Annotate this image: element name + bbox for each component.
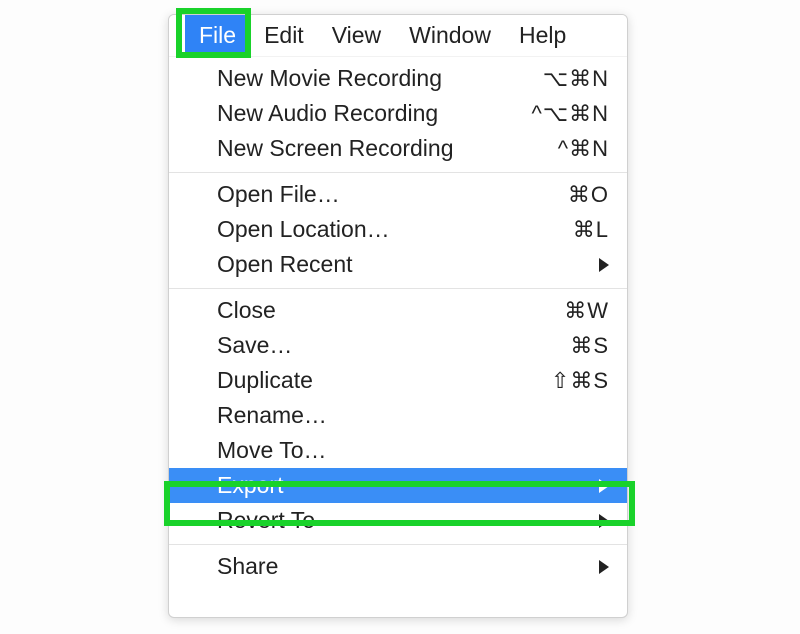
menu-item-duplicate[interactable]: Duplicate ⇧⌘S — [169, 363, 627, 398]
menu-view-label: View — [332, 22, 381, 49]
menu-item-label: Rename… — [217, 402, 609, 429]
submenu-arrow-icon — [599, 479, 609, 493]
submenu-arrow-icon — [599, 514, 609, 528]
menu-item-label: Open Recent — [217, 251, 591, 278]
menu-help[interactable]: Help — [505, 15, 580, 56]
menu-item-close[interactable]: Close ⌘W — [169, 293, 627, 328]
menu-item-rename[interactable]: Rename… — [169, 398, 627, 433]
menu-item-shortcut: ⌘S — [570, 333, 609, 359]
menu-edit[interactable]: Edit — [250, 15, 318, 56]
menu-item-shortcut: ⌥⌘N — [543, 66, 609, 92]
menu-item-new-audio-recording[interactable]: New Audio Recording ^⌥⌘N — [169, 96, 627, 131]
submenu-arrow-icon — [599, 258, 609, 272]
menu-section: Open File… ⌘O Open Location… ⌘L Open Rec… — [169, 173, 627, 288]
menu-item-shortcut: ⌘O — [568, 182, 609, 208]
menu-item-revert-to[interactable]: Revert To — [169, 503, 627, 538]
menu-item-save[interactable]: Save… ⌘S — [169, 328, 627, 363]
menu-item-label: Save… — [217, 332, 570, 359]
app-window: File Edit View Window Help New Movie Rec… — [168, 14, 628, 618]
menu-file-label: File — [199, 22, 236, 49]
menu-item-export[interactable]: Export — [169, 468, 627, 503]
menu-view[interactable]: View — [318, 15, 395, 56]
menu-item-label: Revert To — [217, 507, 591, 534]
menu-item-label: Open Location… — [217, 216, 573, 243]
menu-edit-label: Edit — [264, 22, 304, 49]
file-dropdown: New Movie Recording ⌥⌘N New Audio Record… — [169, 57, 627, 590]
menubar-spacer — [169, 15, 185, 56]
menu-item-label: New Audio Recording — [217, 100, 531, 127]
menu-item-open-file[interactable]: Open File… ⌘O — [169, 177, 627, 212]
menu-item-open-location[interactable]: Open Location… ⌘L — [169, 212, 627, 247]
menu-item-label: New Movie Recording — [217, 65, 543, 92]
menu-item-label: Close — [217, 297, 564, 324]
menu-item-label: Export — [217, 472, 591, 499]
menu-item-shortcut: ^⌥⌘N — [531, 101, 609, 127]
menu-item-shortcut: ⌘W — [564, 298, 609, 324]
menu-item-label: Open File… — [217, 181, 568, 208]
menu-item-label: Share — [217, 553, 591, 580]
menu-item-label: Duplicate — [217, 367, 551, 394]
menu-file[interactable]: File — [185, 15, 250, 56]
menu-item-move-to[interactable]: Move To… — [169, 433, 627, 468]
menu-item-label: New Screen Recording — [217, 135, 558, 162]
menu-help-label: Help — [519, 22, 566, 49]
menu-section: Close ⌘W Save… ⌘S Duplicate ⇧⌘S Rename… … — [169, 289, 627, 544]
menu-window-label: Window — [409, 22, 491, 49]
menu-item-shortcut: ⇧⌘S — [551, 368, 609, 394]
menu-item-shortcut: ⌘L — [573, 217, 609, 243]
menu-item-label: Move To… — [217, 437, 609, 464]
menu-item-new-screen-recording[interactable]: New Screen Recording ^⌘N — [169, 131, 627, 166]
menu-item-open-recent[interactable]: Open Recent — [169, 247, 627, 282]
menu-item-share[interactable]: Share — [169, 549, 627, 584]
menu-section: New Movie Recording ⌥⌘N New Audio Record… — [169, 57, 627, 172]
menu-section: Share — [169, 545, 627, 590]
submenu-arrow-icon — [599, 560, 609, 574]
menu-window[interactable]: Window — [395, 15, 505, 56]
menubar: File Edit View Window Help — [169, 15, 627, 57]
menu-item-shortcut: ^⌘N — [558, 136, 609, 162]
menu-item-new-movie-recording[interactable]: New Movie Recording ⌥⌘N — [169, 61, 627, 96]
